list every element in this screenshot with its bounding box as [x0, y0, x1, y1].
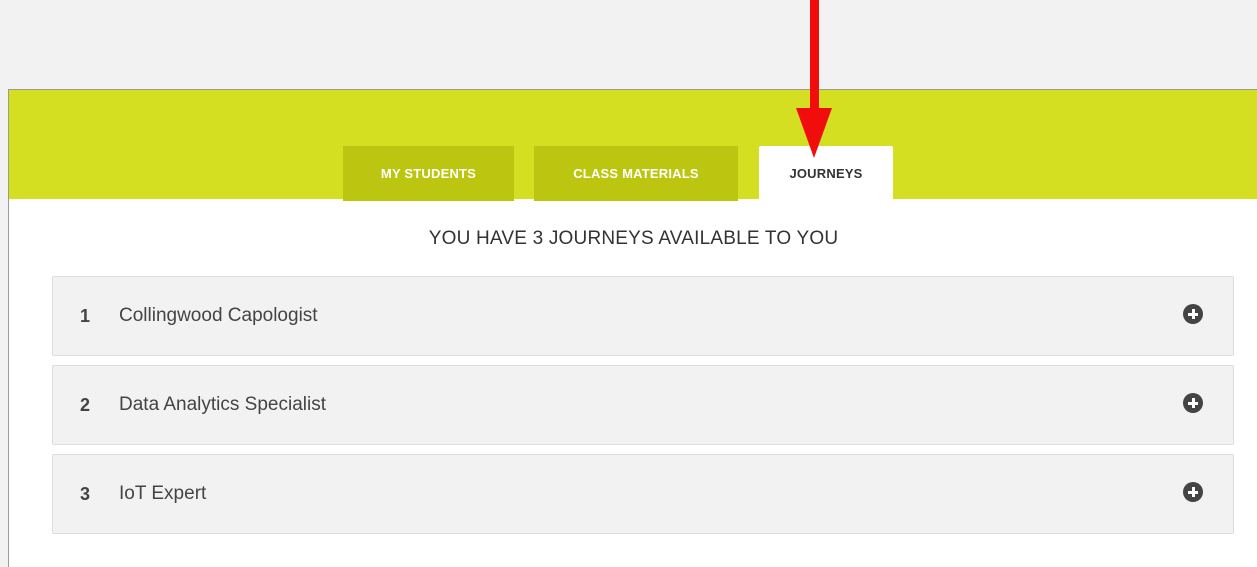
journeys-panel: MY STUDENTS CLASS MATERIALS JOURNEYS YOU…: [8, 89, 1257, 567]
header-band: MY STUDENTS CLASS MATERIALS JOURNEYS: [9, 90, 1257, 201]
plus-circle-icon[interactable]: [1183, 304, 1203, 324]
tab-my-students[interactable]: MY STUDENTS: [343, 146, 514, 201]
page-title: YOU HAVE 3 JOURNEYS AVAILABLE TO YOU: [428, 228, 839, 249]
journey-name: IoT Expert: [119, 483, 207, 504]
tab-label: JOURNEYS: [789, 165, 863, 181]
plus-circle-icon[interactable]: [1183, 482, 1203, 502]
plus-circle-icon[interactable]: [1183, 393, 1203, 413]
journey-item-1[interactable]: 1 Collingwood Capologist: [52, 276, 1234, 356]
journey-name: Data Analytics Specialist: [119, 394, 326, 415]
journey-item-2[interactable]: 2 Data Analytics Specialist: [52, 365, 1234, 445]
down-arrow-icon: [810, 0, 819, 110]
journey-name: Collingwood Capologist: [119, 305, 318, 326]
tab-label: MY STUDENTS: [380, 166, 477, 181]
journey-number: 2: [80, 394, 91, 415]
journey-number: 3: [80, 483, 91, 504]
tab-label: CLASS MATERIALS: [573, 166, 699, 181]
journey-item-3[interactable]: 3 IoT Expert: [52, 454, 1234, 534]
tab-class-materials[interactable]: CLASS MATERIALS: [534, 146, 738, 201]
down-arrow-icon: [796, 108, 832, 158]
screen: MY STUDENTS CLASS MATERIALS JOURNEYS YOU…: [0, 0, 1257, 567]
journey-number: 1: [80, 305, 91, 326]
